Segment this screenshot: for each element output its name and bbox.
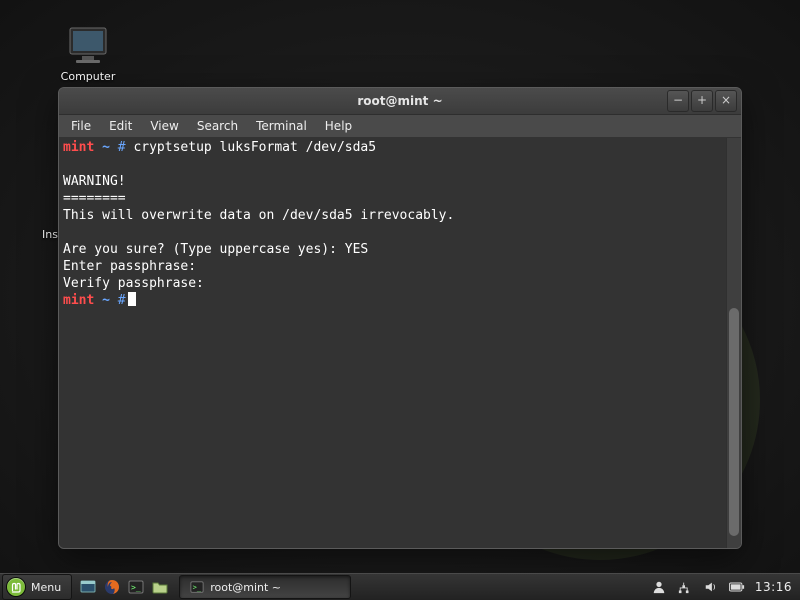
terminal-output[interactable]: mint ~ # cryptsetup luksFormat /dev/sda5… <box>59 138 726 548</box>
files-icon[interactable] <box>149 576 171 598</box>
clock[interactable]: 13:16 <box>755 580 792 594</box>
svg-text:>_: >_ <box>193 584 202 592</box>
maximize-button[interactable]: + <box>691 90 713 112</box>
user-icon[interactable] <box>651 579 667 595</box>
minimize-button[interactable]: − <box>667 90 689 112</box>
titlebar[interactable]: root@mint ~ − + × <box>59 88 741 115</box>
menubar: File Edit View Search Terminal Help <box>59 115 741 138</box>
desktop-icon-computer[interactable]: Computer <box>52 26 124 83</box>
show-desktop-icon[interactable] <box>77 576 99 598</box>
term-verify-pass: Verify passphrase: <box>63 276 204 291</box>
desktop: Computer Insta root@mint ~ − + × File Ed… <box>0 0 800 600</box>
menu-file[interactable]: File <box>63 117 99 135</box>
system-tray: 13:16 <box>643 579 800 595</box>
svg-text:>_: >_ <box>131 583 141 592</box>
prompt-symbol-2: # <box>118 293 126 308</box>
term-enter-pass: Enter passphrase: <box>63 259 196 274</box>
prompt-path-2: ~ <box>102 293 110 308</box>
prompt-host-2: mint <box>63 293 94 308</box>
window-title: root@mint ~ <box>59 94 741 108</box>
menu-terminal[interactable]: Terminal <box>248 117 315 135</box>
prompt-host: mint <box>63 140 94 155</box>
network-icon[interactable] <box>677 579 693 595</box>
start-menu-label: Menu <box>31 581 61 594</box>
terminal-launcher-icon[interactable]: >_ <box>125 576 147 598</box>
terminal-cursor <box>128 292 136 306</box>
prompt-symbol: # <box>118 140 126 155</box>
quick-launch: >_ <box>77 576 171 598</box>
battery-icon[interactable] <box>729 579 745 595</box>
taskbar: Menu >_ >_ root@mint ~ <box>0 573 800 600</box>
scrollbar-thumb[interactable] <box>729 308 739 536</box>
menu-help[interactable]: Help <box>317 117 360 135</box>
terminal-scrollbar[interactable] <box>726 138 741 548</box>
cmd-line-1: cryptsetup luksFormat /dev/sda5 <box>133 140 376 155</box>
term-warning-title: WARNING! <box>63 174 126 189</box>
close-button[interactable]: × <box>715 90 737 112</box>
prompt-path: ~ <box>102 140 110 155</box>
term-confirm: Are you sure? (Type uppercase yes): YES <box>63 242 368 257</box>
menu-search[interactable]: Search <box>189 117 246 135</box>
menu-view[interactable]: View <box>142 117 186 135</box>
window-controls: − + × <box>667 90 737 112</box>
desktop-icon-label: Computer <box>52 70 124 83</box>
computer-icon <box>64 26 112 66</box>
firefox-icon[interactable] <box>101 576 123 598</box>
taskbar-item-terminal[interactable]: >_ root@mint ~ <box>179 575 351 599</box>
taskbar-item-label: root@mint ~ <box>210 581 281 594</box>
start-menu-button[interactable]: Menu <box>2 574 72 600</box>
term-warning-body: This will overwrite data on /dev/sda5 ir… <box>63 208 454 223</box>
terminal-window: root@mint ~ − + × File Edit View Search … <box>58 87 742 549</box>
mint-logo-icon <box>7 578 25 596</box>
menu-edit[interactable]: Edit <box>101 117 140 135</box>
terminal-icon: >_ <box>190 580 204 594</box>
volume-icon[interactable] <box>703 579 719 595</box>
term-warning-rule: ======== <box>63 191 126 206</box>
